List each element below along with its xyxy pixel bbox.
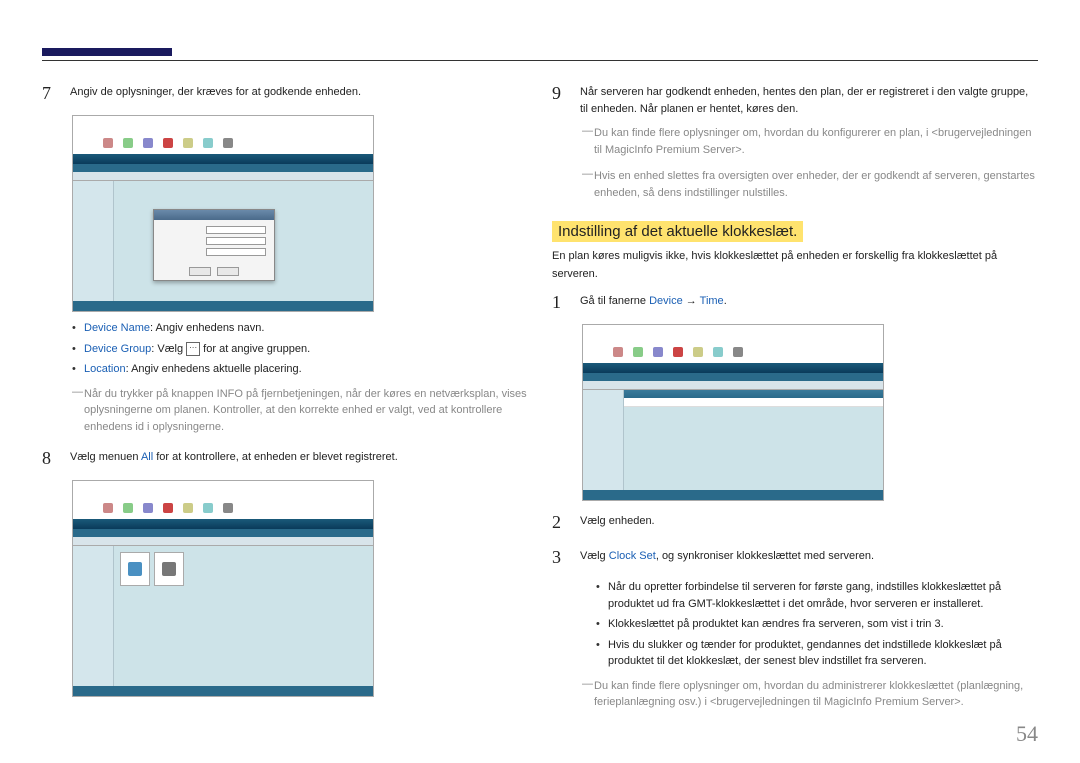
nav-icon [203,138,213,148]
step-number-1: 1 [552,289,570,316]
nav-icon [713,347,723,357]
bullet-clock-3: Hvis du slukker og tænder for produktet,… [596,637,1038,670]
step-9-text: Når serveren har godkendt enheden, hente… [580,80,1038,117]
nav-icon [143,138,153,148]
nav-icon [183,138,193,148]
nav-icon [223,503,233,513]
bullet-clock-2: Klokkeslættet på produktet kan ændres fr… [596,616,1038,633]
note-step9a: Du kan finde flere oplysninger om, hvord… [582,125,1038,158]
nav-icon [103,503,113,513]
left-column: 7 Angiv de oplysninger, der kræves for a… [42,80,528,721]
nav-icon [653,347,663,357]
right-column: 9 Når serveren har godkendt enheden, hen… [552,80,1038,721]
screenshot-device-time [582,324,884,501]
step-number-7: 7 [42,80,60,107]
header-accent-bar [42,48,172,56]
step-2-text: Vælg enheden. [580,509,1038,536]
nav-icon [203,503,213,513]
bullet-clock-1: Når du opretter forbindelse til serveren… [596,579,1038,612]
nav-icon [633,347,643,357]
device-tile [154,552,184,586]
ellipsis-button-icon: ··· [186,342,200,356]
note-step7: Når du trykker på knappen INFO på fjernb… [72,386,528,436]
nav-icon [103,138,113,148]
bullet-device-name: Device Name: Angiv enhedens navn. [72,320,528,337]
nav-icon [143,503,153,513]
screenshot-device-all [72,480,374,697]
nav-icon [733,347,743,357]
nav-icon [673,347,683,357]
bullet-device-group: Device Group: Vælg ··· for at angive gru… [72,341,528,358]
nav-icon [223,138,233,148]
screenshot-device-approve [72,115,374,312]
kw-time: Time [700,295,724,307]
kw-device: Device [649,295,683,307]
nav-icon [123,138,133,148]
nav-icon [163,503,173,513]
step-7-text: Angiv de oplysninger, der kræves for at … [70,80,528,107]
page-number: 54 [1016,721,1038,747]
nav-icon [183,503,193,513]
kw-device-group: Device Group [84,343,151,355]
device-tile [120,552,150,586]
kw-location: Location [84,363,126,375]
nav-icon [693,347,703,357]
step-3-text: Vælg Clock Set, og synkroniser klokkeslæ… [580,544,1038,571]
note-step9b: Hvis en enhed slettes fra oversigten ove… [582,168,1038,201]
kw-clock-set: Clock Set [609,550,656,562]
step-1-text: Gå til fanerne Device → Time. [580,289,1038,316]
kw-device-name: Device Name [84,322,150,334]
step-number-2: 2 [552,509,570,536]
step-number-3: 3 [552,544,570,571]
step-number-9: 9 [552,80,570,117]
nav-icon [163,138,173,148]
section-intro: En plan køres muligvis ikke, hvis klokke… [552,248,1038,283]
step-number-8: 8 [42,445,60,472]
approve-modal [153,209,275,281]
note-end: Du kan finde flere oplysninger om, hvord… [582,678,1038,711]
header-rule [42,60,1038,61]
nav-icon [613,347,623,357]
step-8-text: Vælg menuen All for at kontrollere, at e… [70,445,528,472]
section-heading-clock: Indstilling af det aktuelle klokkeslæt. [552,221,803,242]
nav-icon [123,503,133,513]
bullet-location: Location: Angiv enhedens aktuelle placer… [72,361,528,378]
kw-all: All [141,451,153,463]
